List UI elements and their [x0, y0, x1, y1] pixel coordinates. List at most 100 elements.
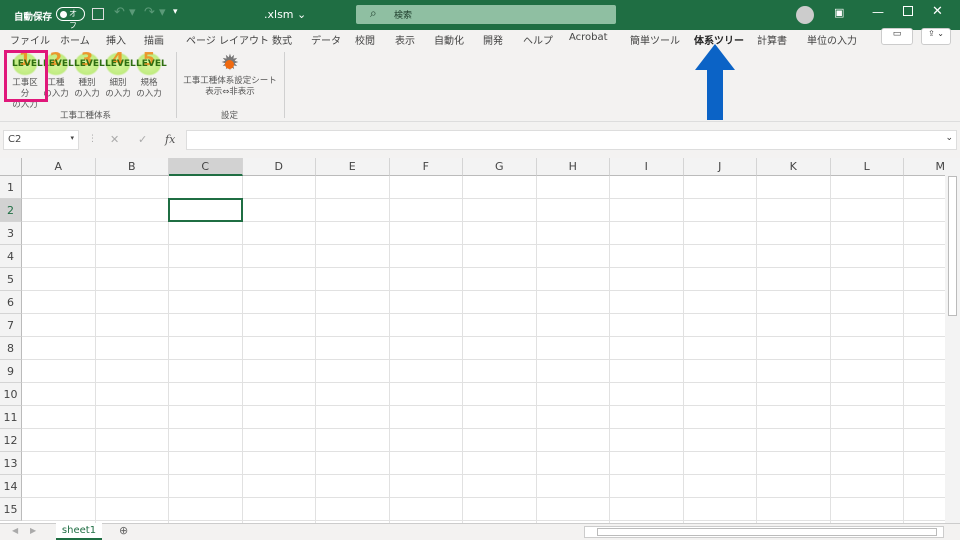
- column-header-L[interactable]: L: [830, 158, 904, 176]
- share-button[interactable]: ⇪ ⌄: [921, 28, 951, 45]
- name-box[interactable]: C2 ▾: [3, 130, 79, 150]
- gridline: [22, 267, 945, 268]
- save-icon[interactable]: [92, 8, 104, 20]
- filename[interactable]: .xlsm ⌄: [264, 8, 306, 21]
- maximize-icon[interactable]: [903, 6, 913, 16]
- search-box[interactable]: ⌕ 検索: [356, 5, 616, 24]
- comments-button[interactable]: ▭: [881, 28, 913, 45]
- button-line2: の入力: [74, 89, 100, 99]
- avatar[interactable]: [796, 6, 814, 24]
- tab-16[interactable]: 単位の入力: [807, 32, 857, 47]
- column-header-H[interactable]: H: [536, 158, 610, 176]
- button-line1: 工事工種体系設定シート: [183, 76, 277, 86]
- hscroll-thumb[interactable]: [597, 528, 937, 536]
- column-header-K[interactable]: K: [757, 158, 831, 176]
- autosave-toggle[interactable]: オフ: [56, 7, 85, 30]
- tab-0[interactable]: ファイル: [10, 32, 50, 47]
- column-header-A[interactable]: A: [22, 158, 96, 176]
- prev-sheet-icon[interactable]: ◀: [12, 526, 18, 535]
- customize-qat-icon[interactable]: ▾: [173, 7, 178, 17]
- add-sheet-icon[interactable]: ⊕: [119, 524, 128, 537]
- formula-area: C2 ▾ ⋮ ✕ ✓ fx ⌄: [0, 122, 960, 158]
- tab-12[interactable]: Acrobat: [569, 32, 608, 43]
- select-all-button[interactable]: [0, 158, 22, 176]
- selected-cell[interactable]: [168, 198, 243, 222]
- close-icon[interactable]: ✕: [932, 4, 943, 19]
- sheet-tab-sheet1[interactable]: sheet1: [56, 523, 102, 540]
- tab-4[interactable]: ページ レイアウト: [186, 32, 269, 47]
- search-icon: ⌕: [370, 6, 377, 20]
- button-line2: 表示⇔非表示: [205, 87, 255, 97]
- scroll-thumb[interactable]: [948, 176, 957, 316]
- row-header-10[interactable]: 10: [0, 383, 22, 406]
- row-header-3[interactable]: 3: [0, 222, 22, 245]
- autosave-label: 自動保存: [14, 12, 53, 23]
- next-sheet-icon[interactable]: ▶: [30, 526, 36, 535]
- redo-icon[interactable]: ↷ ▾: [144, 5, 166, 20]
- button-line1: 細別: [109, 78, 127, 88]
- spreadsheet-grid[interactable]: A B C D E F G H I J K L M 1 2 3 4 5 6 7 8 9 10 11 12 13 14 15: [0, 158, 945, 523]
- tab-6[interactable]: データ: [311, 32, 341, 47]
- row-header-6[interactable]: 6: [0, 291, 22, 314]
- search-placeholder: 検索: [394, 11, 413, 21]
- group-label-settings: 設定: [221, 111, 239, 121]
- vertical-scrollbar[interactable]: [945, 158, 960, 523]
- row-header-2[interactable]: 2: [0, 199, 22, 222]
- button-line2: の入力: [105, 89, 131, 99]
- tab-3[interactable]: 描画: [144, 32, 164, 47]
- column-header-G[interactable]: G: [463, 158, 537, 176]
- tab-2[interactable]: 挿入: [106, 32, 126, 47]
- tab-7[interactable]: 校閲: [355, 32, 375, 47]
- column-header-E[interactable]: E: [316, 158, 390, 176]
- tab-5[interactable]: 数式: [272, 32, 292, 47]
- tab-11[interactable]: ヘルプ: [523, 32, 553, 47]
- column-header-M[interactable]: M: [904, 158, 945, 176]
- cancel-icon[interactable]: ✕: [110, 133, 119, 146]
- tab-13[interactable]: 簡単ツール: [630, 32, 680, 47]
- column-header-C[interactable]: C: [169, 158, 243, 176]
- tab-15[interactable]: 計算書: [757, 32, 787, 47]
- row-header-14[interactable]: 14: [0, 475, 22, 498]
- row-header-13[interactable]: 13: [0, 452, 22, 475]
- column-header-B[interactable]: B: [95, 158, 169, 176]
- formula-input[interactable]: ⌄: [186, 130, 957, 150]
- row-header-5[interactable]: 5: [0, 268, 22, 291]
- tab-8[interactable]: 表示: [395, 32, 415, 47]
- gridline: [756, 176, 757, 523]
- row-header-8[interactable]: 8: [0, 337, 22, 360]
- row-header-4[interactable]: 4: [0, 245, 22, 268]
- row-header-7[interactable]: 7: [0, 314, 22, 337]
- level-3-button[interactable]: 3 LEVEL 種別 の入力: [72, 49, 105, 100]
- gridline: [462, 176, 463, 523]
- row-header-1[interactable]: 1: [0, 176, 22, 199]
- row-header-11[interactable]: 11: [0, 406, 22, 429]
- minimize-icon[interactable]: —: [872, 5, 884, 19]
- tab-9[interactable]: 自動化: [434, 32, 464, 47]
- ribbon-display-icon[interactable]: ▣: [834, 6, 844, 19]
- horizontal-scrollbar[interactable]: [584, 526, 944, 538]
- toggle-state: オフ: [69, 9, 77, 30]
- column-header-I[interactable]: I: [610, 158, 684, 176]
- enter-icon[interactable]: ✓: [138, 133, 147, 146]
- title-bar: 自動保存 オフ ↶ ▾ ↷ ▾ ▾ .xlsm ⌄ ⌕ 検索 ▣ — ✕: [0, 0, 960, 30]
- tab-1[interactable]: ホーム: [60, 32, 90, 47]
- gridline: [22, 405, 945, 406]
- filename-text: .xlsm: [264, 8, 294, 21]
- column-header-F[interactable]: F: [389, 158, 463, 176]
- level-icon: 3 LEVEL: [74, 49, 105, 76]
- level-5-button[interactable]: 5 LEVEL 規格 の入力: [134, 49, 167, 100]
- more-icon: ⋮: [88, 134, 97, 144]
- gridline: [903, 176, 904, 523]
- level-4-button[interactable]: 4 LEVEL 細別 の入力: [103, 49, 136, 100]
- column-header-D[interactable]: D: [242, 158, 316, 176]
- row-header-9[interactable]: 9: [0, 360, 22, 383]
- row-header-12[interactable]: 12: [0, 429, 22, 452]
- gridline: [22, 474, 945, 475]
- tab-10[interactable]: 開発: [483, 32, 503, 47]
- insert-function-icon[interactable]: fx: [165, 133, 175, 146]
- row-header-15[interactable]: 15: [0, 498, 22, 521]
- name-box-value: C2: [8, 134, 22, 145]
- undo-icon[interactable]: ↶ ▾: [114, 5, 136, 20]
- column-header-J[interactable]: J: [683, 158, 757, 176]
- toggle-settings-sheet-button[interactable]: ✹ 工事工種体系設定シート 表示⇔非表示: [180, 52, 280, 98]
